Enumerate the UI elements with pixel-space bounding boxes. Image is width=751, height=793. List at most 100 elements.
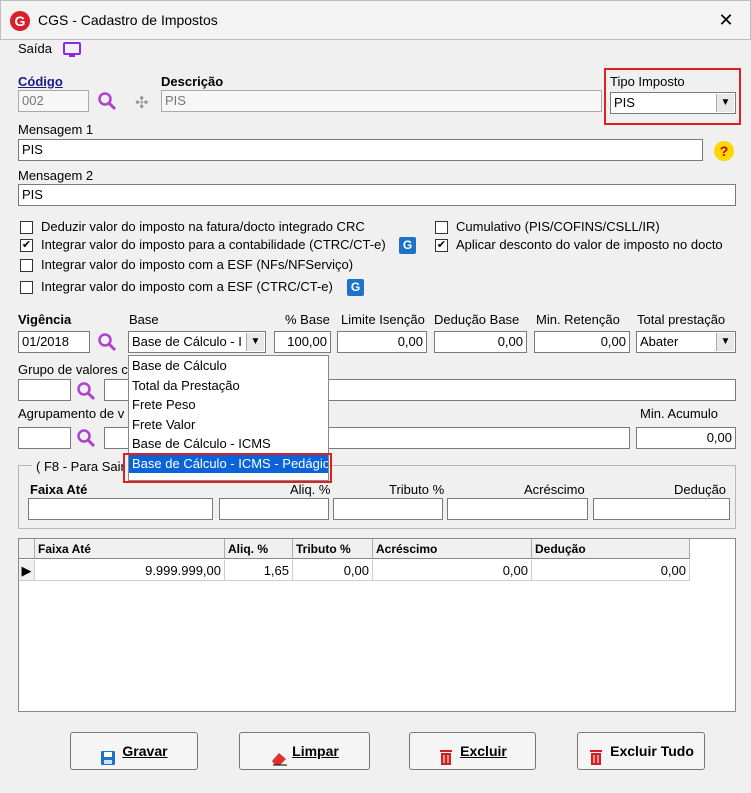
total-prestacao-select[interactable]: Abater ▼ (636, 331, 736, 353)
grid-cell-tributo[interactable]: 0,00 (293, 560, 373, 581)
faixa-grid[interactable]: Faixa Até Aliq. % Tributo % Acréscimo De… (18, 538, 736, 712)
gravar-button[interactable]: Gravar (70, 732, 198, 770)
vigencia-input[interactable]: 01/2018 (18, 331, 90, 353)
faixa-group-title: ( F8 - Para Sair (32, 459, 129, 474)
excluir-label: Excluir (460, 743, 507, 759)
add-icon[interactable]: ✣ (135, 93, 148, 113)
chevron-down-icon[interactable]: ▼ (246, 333, 264, 351)
checkbox-deduzir-label: Deduzir valor do imposto na fatura/docto… (41, 219, 365, 234)
checkbox-integrar-contabilidade-label: Integrar valor do imposto para a contabi… (41, 237, 386, 252)
trash-icon (588, 743, 604, 766)
excluir-tudo-label: Excluir Tudo (610, 743, 694, 759)
base-option[interactable]: Frete Valor (129, 415, 328, 435)
grid-header-deducao[interactable]: Dedução (532, 539, 690, 559)
tributo-input[interactable] (333, 498, 443, 520)
grid-header-faixa[interactable]: Faixa Até (35, 539, 225, 559)
descricao-label: Descrição (161, 74, 224, 89)
search-icon[interactable] (97, 91, 117, 114)
option-highlight (123, 453, 332, 483)
min-acumulo-input[interactable]: 0,00 (636, 427, 736, 449)
min-acumulo-label: Min. Acumulo (640, 406, 719, 421)
checkbox-esf-ctrc-label: Integrar valor do imposto com a ESF (CTR… (41, 279, 333, 294)
exit-menu[interactable]: Saída (18, 41, 52, 56)
faixa-ate-label: Faixa Até (30, 482, 88, 497)
grid-cell-acrescimo[interactable]: 0,00 (373, 560, 532, 581)
base-value: Base de Cálculo - I (132, 334, 242, 349)
monitor-icon[interactable] (62, 41, 82, 62)
min-retencao-input[interactable]: 0,00 (534, 331, 630, 353)
checkbox-esf-nfs[interactable] (20, 259, 33, 272)
pct-base-input[interactable]: 100,00 (274, 331, 331, 353)
grid-cell-aliq[interactable]: 1,65 (225, 560, 293, 581)
acrescimo-input[interactable] (447, 498, 588, 520)
tributo-label: Tributo % (389, 482, 445, 497)
limpar-button[interactable]: Limpar (239, 732, 370, 770)
chevron-down-icon[interactable]: ▼ (716, 333, 734, 351)
base-label: Base (129, 312, 159, 327)
trash-icon (438, 743, 454, 766)
checkbox-esf-ctrc[interactable] (20, 281, 33, 294)
mensagem2-label: Mensagem 2 (18, 168, 94, 183)
checkbox-aplicar-desconto[interactable]: ✔ (435, 239, 448, 252)
app-logo-icon: G (10, 11, 30, 31)
codigo-label: Código (18, 74, 63, 89)
tipo-imposto-label: Tipo Imposto (610, 74, 685, 89)
base-option[interactable]: Base de Cálculo (129, 356, 328, 376)
agrupamento-label: Agrupamento de v (18, 406, 125, 421)
grid-header-aliq[interactable]: Aliq. % (225, 539, 293, 559)
window-title: CGS - Cadastro de Impostos (38, 12, 218, 28)
g-icon[interactable]: G (347, 279, 364, 296)
chevron-down-icon[interactable]: ▼ (716, 94, 734, 112)
mensagem1-label: Mensagem 1 (18, 122, 94, 137)
base-select[interactable]: Base de Cálculo - I ▼ (128, 331, 266, 353)
base-option[interactable]: Total da Prestação (129, 376, 328, 396)
base-option[interactable]: Base de Cálculo - ICMS (129, 434, 328, 454)
checkbox-esf-nfs-label: Integrar valor do imposto com a ESF (NFs… (41, 257, 354, 272)
total-prestacao-value: Abater (640, 334, 679, 349)
grid-header-acrescimo[interactable]: Acréscimo (373, 539, 532, 559)
mensagem1-input[interactable]: PIS (18, 139, 703, 161)
checkbox-deduzir[interactable] (20, 221, 33, 234)
grid-cell-faixa[interactable]: 9.999.999,00 (35, 560, 225, 581)
close-icon[interactable]: ✕ (714, 8, 738, 32)
row-marker-icon: ▶ (19, 560, 35, 581)
pct-base-label: % Base (285, 312, 330, 327)
min-retencao-label: Min. Retenção (536, 312, 620, 327)
grid-cell-deducao[interactable]: 0,00 (532, 560, 690, 581)
grupo-valores-label: Grupo de valores c (18, 362, 128, 377)
deducao-base-input[interactable]: 0,00 (434, 331, 527, 353)
tipo-imposto-select[interactable]: PIS ▼ (610, 92, 736, 114)
deducao-label: Dedução (674, 482, 727, 497)
gravar-label: Gravar (122, 743, 168, 759)
limite-isencao-input[interactable]: 0,00 (337, 331, 427, 353)
base-option[interactable]: Frete Peso (129, 395, 328, 415)
agrupamento-code-input[interactable] (18, 427, 71, 449)
grid-corner (19, 539, 35, 559)
tipo-imposto-value: PIS (614, 95, 635, 110)
search-icon[interactable] (76, 428, 96, 451)
checkbox-aplicar-desconto-label: Aplicar desconto do valor de imposto no … (456, 237, 723, 252)
g-icon[interactable]: G (399, 237, 416, 254)
checkbox-cumulativo-label: Cumulativo (PIS/COFINS/CSLL/IR) (456, 219, 660, 234)
grupo-valores-code-input[interactable] (18, 379, 71, 401)
codigo-input[interactable]: 002 (18, 90, 89, 112)
search-icon[interactable] (97, 332, 117, 355)
search-icon[interactable] (76, 381, 96, 404)
aliq-input[interactable] (219, 498, 329, 520)
mensagem2-input[interactable]: PIS (18, 184, 736, 206)
grid-header-tributo[interactable]: Tributo % (293, 539, 373, 559)
descricao-input[interactable]: PIS (161, 90, 602, 112)
deducao-input[interactable] (593, 498, 730, 520)
vigencia-label: Vigência (18, 312, 72, 327)
checkbox-cumulativo[interactable] (435, 221, 448, 234)
limpar-label: Limpar (292, 743, 339, 759)
limite-isencao-label: Limite Isenção (341, 312, 425, 327)
aliq-label: Aliq. % (290, 482, 331, 497)
save-icon (100, 743, 116, 766)
acrescimo-label: Acréscimo (524, 482, 585, 497)
excluir-tudo-button[interactable]: Excluir Tudo (577, 732, 705, 770)
faixa-ate-input[interactable] (28, 498, 213, 520)
excluir-button[interactable]: Excluir (409, 732, 536, 770)
checkbox-integrar-contabilidade[interactable]: ✔ (20, 239, 33, 252)
help-icon[interactable]: ? (714, 141, 734, 161)
